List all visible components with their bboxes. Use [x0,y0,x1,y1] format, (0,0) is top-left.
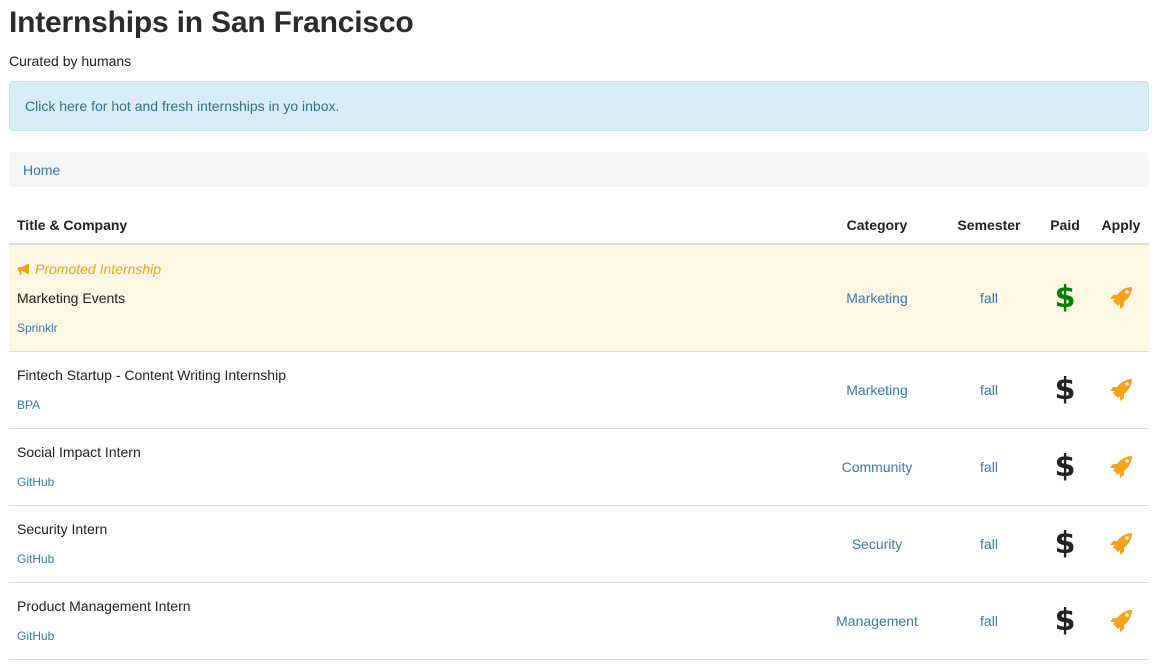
page-subtitle: Curated by humans [9,53,132,69]
company-link[interactable]: GitHub [17,475,54,489]
rocket-icon[interactable] [1107,376,1135,404]
table-row[interactable]: Product Management Intern GitHub Managemen… [9,582,1149,660]
table-row[interactable]: Social Impact Intern GitHub Community fall $ [9,428,1149,506]
category-link[interactable]: Marketing [846,382,907,398]
rocket-icon[interactable] [1107,284,1135,312]
semester-cell: fall [941,582,1037,660]
header-title-company: Title & Company [9,207,813,245]
job-title: Product Management Intern [17,598,191,614]
table-row[interactable]: Security Intern GitHub Security fall $ [9,505,1149,583]
category-link[interactable]: Marketing [846,290,907,306]
table-row[interactable]: Promoted Internship Marketing Events Sprin… [9,244,1149,352]
apply-cell [1093,351,1149,429]
title-company-cell: Fintech Startup - Content Writing Intern… [9,351,813,429]
company-link[interactable]: GitHub [17,629,54,643]
company-link[interactable]: BPA [17,398,40,412]
semester-link[interactable]: fall [980,382,998,398]
job-title: Social Impact Intern [17,444,141,460]
dollar-icon: $ [1054,525,1076,561]
newsletter-alert: Click here for hot and fresh internships… [9,81,1149,131]
title-company-cell: Security Intern GitHub [9,505,813,583]
apply-cell [1093,582,1149,660]
paid-cell: $ [1037,244,1093,352]
page-container: Internships in San Francisco Curated by … [0,0,1159,660]
category-link[interactable]: Management [836,613,918,629]
table-header-row: Title & Company Category Semester Paid A… [9,207,1149,245]
company-link[interactable]: Sprinklr [17,321,58,335]
semester-cell: fall [941,351,1037,429]
job-title: Security Intern [17,521,108,537]
table-row[interactable]: Fintech Startup - Content Writing Intern… [9,351,1149,429]
semester-cell: fall [941,244,1037,352]
promoted-badge: Promoted Internship [17,261,805,277]
internships-table: Title & Company Category Semester Paid A… [9,207,1149,660]
dollar-icon: $ [1054,602,1076,638]
newsletter-signup-link[interactable]: Click here for hot and fresh internships… [25,98,339,114]
category-link[interactable]: Security [852,536,903,552]
title-company-cell: Social Impact Intern GitHub [9,428,813,506]
apply-cell [1093,244,1149,352]
paid-cell: $ [1037,505,1093,583]
title-company-cell: Product Management Intern GitHub [9,582,813,660]
semester-cell: fall [941,505,1037,583]
dollar-icon: $ [1054,279,1076,315]
job-title: Fintech Startup - Content Writing Intern… [17,367,286,383]
header-paid: Paid [1037,207,1093,245]
semester-link[interactable]: fall [980,459,998,475]
header-category: Category [813,207,941,245]
semester-link[interactable]: fall [980,536,998,552]
header-semester: Semester [941,207,1037,245]
paid-cell: $ [1037,351,1093,429]
header-apply: Apply [1093,207,1149,245]
semester-link[interactable]: fall [980,290,998,306]
company-link[interactable]: GitHub [17,552,54,566]
semester-link[interactable]: fall [980,613,998,629]
category-cell: Management [813,582,941,660]
apply-cell [1093,428,1149,506]
semester-cell: fall [941,428,1037,506]
breadcrumb: Home [9,152,1149,187]
paid-cell: $ [1037,582,1093,660]
rocket-icon[interactable] [1107,607,1135,635]
dollar-icon: $ [1054,448,1076,484]
breadcrumb-home[interactable]: Home [23,162,60,178]
category-cell: Security [813,505,941,583]
rocket-icon[interactable] [1107,530,1135,558]
job-title: Marketing Events [17,289,126,306]
apply-cell [1093,505,1149,583]
paid-cell: $ [1037,428,1093,506]
bullhorn-icon [17,263,31,275]
category-cell: Marketing [813,351,941,429]
category-link[interactable]: Community [842,459,913,475]
title-company-cell: Promoted Internship Marketing Events Sprin… [9,244,813,352]
rocket-icon[interactable] [1107,453,1135,481]
dollar-icon: $ [1054,371,1076,407]
category-cell: Community [813,428,941,506]
page-title: Internships in San Francisco [9,6,414,39]
category-cell: Marketing [813,244,941,352]
promoted-label: Promoted Internship [35,260,162,277]
